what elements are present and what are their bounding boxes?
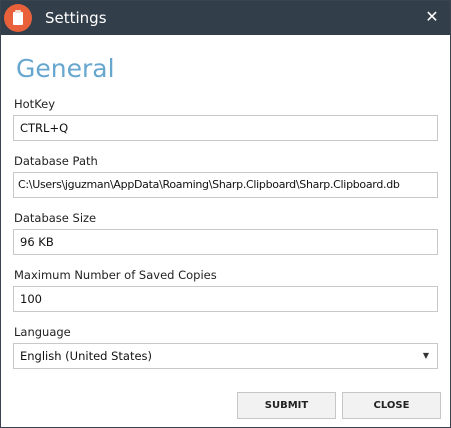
submit-button[interactable]: SUBMIT <box>237 392 336 419</box>
close-button[interactable]: CLOSE <box>342 392 441 419</box>
close-icon[interactable]: ✕ <box>422 7 442 27</box>
section-title: General <box>16 54 115 83</box>
settings-window: Settings ✕ General HotKey CTRL+Q Databas… <box>0 0 451 428</box>
language-selected-value: English (United States) <box>20 349 153 363</box>
database-size-label: Database Size <box>14 211 97 225</box>
hotkey-input[interactable]: CTRL+Q <box>13 115 438 141</box>
hotkey-label: HotKey <box>14 97 56 111</box>
language-label: Language <box>14 325 71 339</box>
window-title: Settings <box>45 9 107 27</box>
chevron-down-icon: ▼ <box>422 351 429 360</box>
language-select[interactable]: English (United States) ▼ <box>13 343 438 369</box>
database-path-label: Database Path <box>14 154 98 168</box>
database-path-input[interactable]: C:\Users\jguzman\AppData\Roaming\Sharp.C… <box>13 172 438 198</box>
title-bar[interactable]: Settings ✕ <box>1 1 450 35</box>
database-size-field[interactable]: 96 KB <box>13 229 438 255</box>
max-copies-input[interactable]: 100 <box>13 286 438 312</box>
clipboard-icon <box>4 4 32 32</box>
max-copies-label: Maximum Number of Saved Copies <box>14 268 217 282</box>
